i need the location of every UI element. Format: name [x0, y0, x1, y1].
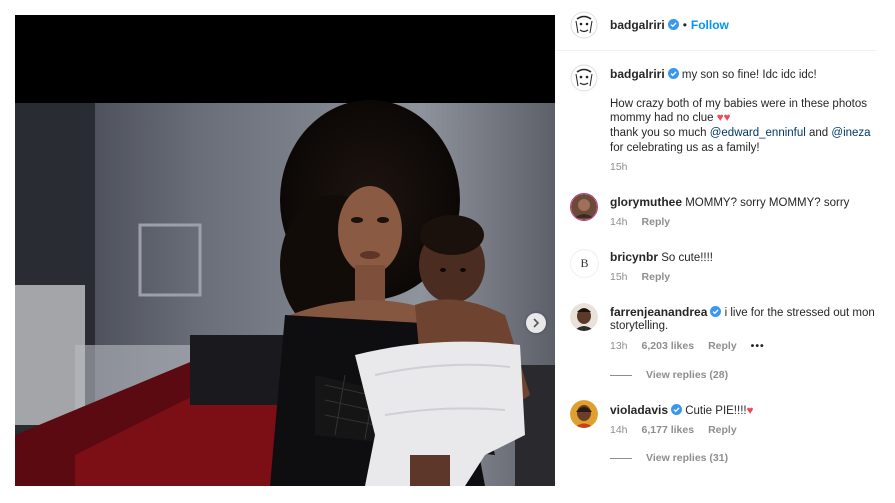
caption-line5: for celebrating us as a family!	[610, 142, 760, 154]
comment-meta: 13h 6,203 likes Reply •••	[610, 340, 779, 352]
comment-text: So cute!!!!	[661, 252, 713, 264]
reply-button[interactable]: Reply	[708, 340, 737, 352]
view-replies-button[interactable]: View replies (28)	[610, 369, 728, 381]
reply-button[interactable]: Reply	[642, 271, 671, 283]
caption-line3-row: mommy had no clue ♥♥	[610, 110, 730, 126]
avatar-image	[570, 303, 598, 331]
caption-avatar[interactable]	[570, 64, 598, 92]
comment-username[interactable]: bricynbr	[610, 250, 658, 264]
mention-link-1[interactable]: @edward_enninful	[710, 127, 806, 139]
comment-text: i live for the stressed out mon	[724, 307, 875, 319]
comment-text: Cutie PIE!!!!	[685, 405, 747, 417]
comment-meta: 15h Reply	[610, 271, 684, 283]
heart-emoji: ♥♥	[716, 112, 731, 124]
comments-panel: badgalriri • Follow badgalriri my son so f…	[556, 0, 895, 503]
comment-violadavis: violadavis Cutie PIE!!!!♥	[610, 402, 753, 419]
divider-line	[610, 374, 632, 376]
verified-badge-icon	[667, 68, 679, 79]
verified-badge-icon	[710, 306, 722, 317]
verified-badge-icon	[671, 404, 683, 415]
caption-first-line: badgalriri my son so fine! Idc idc idc!	[610, 66, 817, 83]
post-photo	[15, 15, 555, 486]
comment-time: 13h	[610, 340, 628, 352]
divider-line	[610, 457, 632, 459]
avatar-image	[570, 400, 598, 428]
view-replies-label: View replies (31)	[646, 452, 729, 464]
header-line: badgalriri • Follow	[610, 18, 729, 32]
caption-line1: my son so fine! Idc idc idc!	[681, 69, 817, 81]
view-replies-label: View replies (28)	[646, 369, 729, 381]
comment-time: 14h	[610, 424, 628, 436]
separator-dot: •	[682, 18, 687, 32]
comment-likes[interactable]: 6,203 likes	[642, 340, 695, 352]
author-avatar[interactable]	[570, 11, 598, 39]
verified-badge-icon	[667, 19, 679, 30]
caption-time: 15h	[610, 161, 628, 173]
comment-avatar-violadavis[interactable]	[570, 400, 598, 428]
caption-username[interactable]: badgalriri	[610, 67, 665, 81]
comment-time: 14h	[610, 216, 628, 228]
caption-meta: 15h	[610, 161, 642, 173]
mention-link-2[interactable]: @ineza	[831, 127, 870, 139]
comment-text-line2: storytelling.	[610, 320, 669, 332]
caption-avatar-image	[570, 64, 598, 92]
caption-line4-mid: and	[805, 127, 832, 139]
avatar-letter: B	[580, 256, 589, 270]
caption-line4-prefix: thank you so much	[610, 127, 710, 139]
reply-button[interactable]: Reply	[642, 216, 671, 228]
post-header: badgalriri • Follow	[556, 0, 876, 51]
comment-avatar-bricynbr[interactable]: B	[570, 249, 599, 278]
more-options-icon[interactable]: •••	[751, 340, 765, 352]
caption-line3: mommy had no clue	[610, 112, 714, 124]
comment-username[interactable]: glorymuthee	[610, 195, 682, 209]
next-photo-button[interactable]	[526, 313, 546, 333]
comment-meta: 14h Reply	[610, 216, 684, 228]
chevron-right-icon	[533, 318, 540, 328]
comment-text: MOMMY? sorry MOMMY? sorry	[685, 197, 850, 209]
comment-avatar-farrenjeanandrea[interactable]	[570, 303, 598, 331]
avatar-image	[571, 194, 597, 220]
comment-likes[interactable]: 6,177 likes	[642, 424, 695, 436]
heart-emoji: ♥	[746, 405, 754, 417]
comment-username[interactable]: farrenjeanandrea	[610, 305, 707, 319]
author-avatar-image	[570, 11, 598, 39]
follow-button[interactable]: Follow	[691, 18, 729, 32]
view-replies-button[interactable]: View replies (31)	[610, 452, 728, 464]
comment-glorymuthee: glorymuthee MOMMY? sorry MOMMY? sorry	[610, 194, 849, 211]
comment-avatar-glorymuthee[interactable]	[570, 193, 598, 221]
comment-username[interactable]: violadavis	[610, 403, 668, 417]
reply-button[interactable]: Reply	[708, 424, 737, 436]
comment-meta: 14h 6,177 likes Reply	[610, 424, 751, 436]
author-username[interactable]: badgalriri	[610, 18, 665, 32]
comment-time: 15h	[610, 271, 628, 283]
photo-image	[15, 15, 555, 486]
comment-bricynbr: bricynbr So cute!!!!	[610, 249, 713, 266]
caption-line4: thank you so much @edward_enninful and @…	[610, 125, 871, 141]
